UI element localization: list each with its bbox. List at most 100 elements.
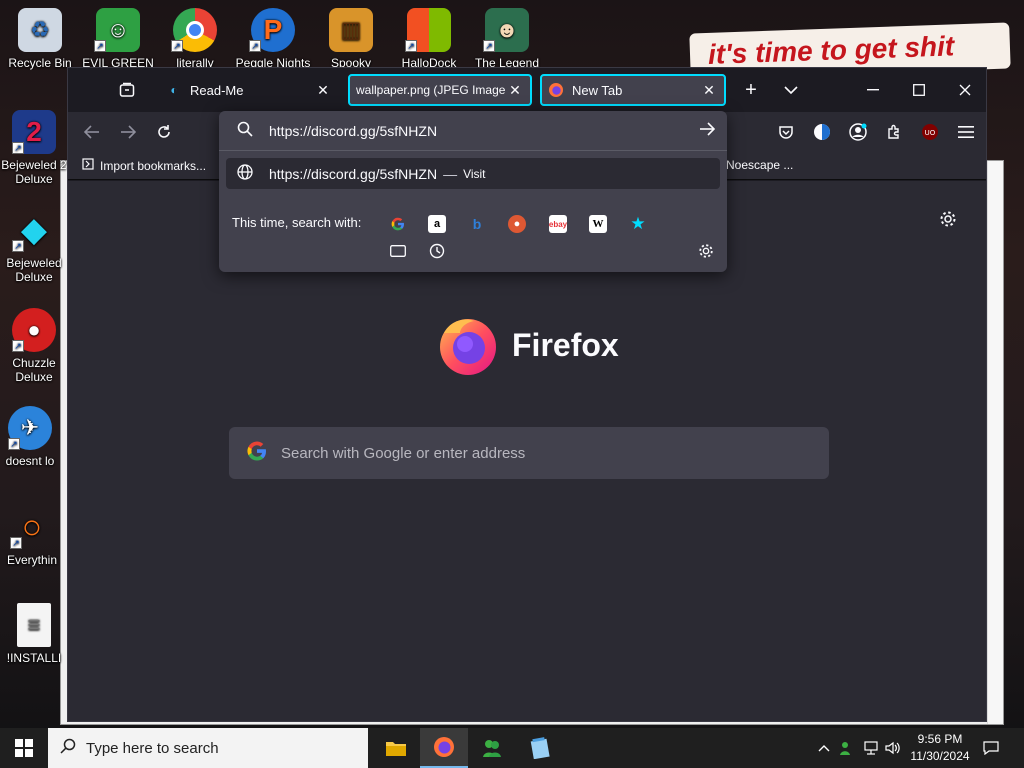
urlbar-input[interactable]: https://discord.gg/5sfNHZN <box>219 111 727 151</box>
taskbar-messenger-icon[interactable] <box>468 728 516 768</box>
newtab-search-placeholder: Search with Google or enter address <box>281 444 526 462</box>
shortcut-arrow-icon: ↗ <box>12 340 24 352</box>
ublock-origin-icon[interactable]: UO <box>918 120 942 144</box>
desktop-icon-bejeweled[interactable]: ◆ ↗ Bejeweled Deluxe <box>0 208 70 284</box>
bing-icon[interactable]: b <box>468 215 486 233</box>
wikipedia-icon[interactable]: W <box>589 215 607 233</box>
network-icon[interactable] <box>860 728 882 768</box>
tab-strip: ◐ Read-Me ✕ wallpaper.png (JPEG Image, 2… <box>68 68 986 112</box>
urlbar-dropdown: https://discord.gg/5sfNHZN https://disco… <box>219 111 727 272</box>
desktop-icon-spooky[interactable]: ▥ Spooky <box>311 8 391 70</box>
bookmark-noescape[interactable]: Noescape ... <box>726 158 793 172</box>
desktop-icon-hallodock[interactable]: ↗ HalloDock <box>389 8 469 70</box>
desktop-icon-recycle-bin[interactable]: ♻ Recycle Bin <box>0 8 80 70</box>
notifications-icon[interactable] <box>980 728 1002 768</box>
globe-icon <box>237 164 253 183</box>
shortcut-arrow-icon: ↗ <box>483 40 495 52</box>
shortcut-arrow-icon: ↗ <box>8 438 20 450</box>
newtab-settings-gear-icon[interactable] <box>936 207 960 231</box>
tab-wallpaper[interactable]: wallpaper.png (JPEG Image, 2 ✕ <box>348 74 532 106</box>
import-bookmarks-icon <box>82 158 94 173</box>
spooky-book-icon: ▥ <box>329 8 373 52</box>
svg-text:UO: UO <box>925 129 936 137</box>
bookmarks-star-icon[interactable]: ★ <box>629 214 647 233</box>
file-explorer-icon[interactable] <box>372 728 420 768</box>
shortcut-arrow-icon: ↗ <box>10 537 22 549</box>
forward-arrow-icon[interactable] <box>116 120 140 144</box>
shortcut-arrow-icon: ↗ <box>171 40 183 52</box>
list-all-tabs-chevron-icon[interactable] <box>778 78 804 102</box>
wallpaper-text: it's time to get shit <box>707 30 955 70</box>
search-with-label: This time, search with: <box>232 215 362 230</box>
urlbar-suggestion-row[interactable]: https://discord.gg/5sfNHZN — Visit <box>226 158 720 189</box>
search-settings-gear-icon[interactable] <box>697 242 715 260</box>
desktop-icon-the-legend[interactable]: ☻ ↗ The Legend <box>467 8 547 70</box>
firefox-view-icon[interactable] <box>114 78 140 102</box>
clock-time: 9:56 PM <box>917 732 963 746</box>
shortcut-arrow-icon: ↗ <box>405 40 417 52</box>
dark-reader-icon[interactable] <box>810 120 834 144</box>
reload-icon[interactable] <box>152 120 176 144</box>
windows-start-icon[interactable] <box>0 728 48 768</box>
new-tab-plus-icon[interactable]: + <box>738 78 764 102</box>
pocket-icon[interactable] <box>774 120 798 144</box>
search-icon <box>237 121 253 140</box>
shortcut-arrow-icon: ↗ <box>249 40 261 52</box>
firefox-logo: Firefox <box>436 313 619 377</box>
firefox-wordmark: Firefox <box>512 326 619 363</box>
suggestion-url: https://discord.gg/5sfNHZN <box>269 165 438 182</box>
amazon-icon[interactable]: a <box>428 215 446 233</box>
newtab-search-box[interactable]: Search with Google or enter address <box>229 427 829 479</box>
desktop-icon-everything[interactable]: ○ ↗ Everythin <box>0 505 68 567</box>
clock-date: 11/30/2024 <box>910 749 970 763</box>
taskbar-notepad-icon[interactable] <box>516 728 564 768</box>
edge-icon: ◐ <box>170 83 178 97</box>
tab-close-icon[interactable]: ✕ <box>506 82 524 99</box>
back-arrow-icon[interactable] <box>80 120 104 144</box>
desktop-icon-evil-green[interactable]: ☺ ↗ EVIL GREEN <box>78 8 158 70</box>
desktop-icon-installer[interactable]: ≡ !INSTALLI <box>0 603 70 665</box>
shortcut-arrow-icon: ↗ <box>12 142 24 154</box>
tab-close-icon[interactable]: ✕ <box>700 82 718 99</box>
taskbar: Type here to search 9:56 PM 11/30/2024 <box>0 728 1024 768</box>
extensions-puzzle-icon[interactable] <box>882 120 906 144</box>
duckduckgo-icon[interactable]: ● <box>508 215 526 233</box>
tray-messenger-icon[interactable] <box>836 728 858 768</box>
tab-read-me[interactable]: ◐ Read-Me ✕ <box>158 74 340 106</box>
google-icon[interactable] <box>389 215 407 233</box>
taskbar-search-placeholder: Type here to search <box>86 739 219 757</box>
tabs-icon[interactable] <box>389 242 407 260</box>
urlbar-value: https://discord.gg/5sfNHZN <box>269 122 438 139</box>
background-window-scrollbar <box>987 161 1003 724</box>
tab-close-icon[interactable]: ✕ <box>314 82 332 99</box>
taskbar-search-box[interactable]: Type here to search <box>48 728 368 768</box>
recycle-bin-icon: ♻ <box>18 8 62 52</box>
firefox-logo-icon <box>440 319 496 375</box>
desktop-icon-doesnt-load[interactable]: ✈ ↗ doesnt lo <box>0 406 66 468</box>
tray-overflow-chevron-icon[interactable] <box>814 728 834 768</box>
taskbar-clock[interactable]: 9:56 PM 11/30/2024 <box>900 731 980 765</box>
search-icon <box>60 738 76 758</box>
suggestion-action: Visit <box>463 166 486 181</box>
firefox-icon <box>548 82 564 98</box>
desktop-icon-literally[interactable]: ↗ literally <box>155 8 235 70</box>
minimize-icon[interactable] <box>850 74 896 106</box>
close-window-icon[interactable] <box>942 74 988 106</box>
bookmark-import[interactable]: Import bookmarks... <box>82 158 206 173</box>
desktop-icon-bejeweled-2[interactable]: 2 ↗ Bejeweled 2 Deluxe <box>0 110 70 186</box>
desktop-icon-chuzzle[interactable]: ● ↗ Chuzzle Deluxe <box>0 308 70 384</box>
taskbar-firefox-icon[interactable] <box>420 728 468 768</box>
ebay-icon[interactable]: ebay <box>549 215 567 233</box>
shortcut-arrow-icon: ↗ <box>12 240 24 252</box>
suggestion-separator: — <box>443 165 458 182</box>
tab-new-tab[interactable]: New Tab ✕ <box>540 74 726 106</box>
history-icon[interactable] <box>428 242 446 260</box>
desktop-icon-peggle-nights[interactable]: P ↗ Peggle Nights <box>233 8 313 70</box>
text-file-icon: ≡ <box>17 603 51 647</box>
hamburger-menu-icon[interactable] <box>954 120 978 144</box>
maximize-icon[interactable] <box>896 74 942 106</box>
shortcut-arrow-icon: ↗ <box>94 40 106 52</box>
google-g-icon <box>245 439 269 467</box>
go-arrow-icon[interactable] <box>699 122 716 139</box>
account-icon[interactable] <box>846 120 870 144</box>
